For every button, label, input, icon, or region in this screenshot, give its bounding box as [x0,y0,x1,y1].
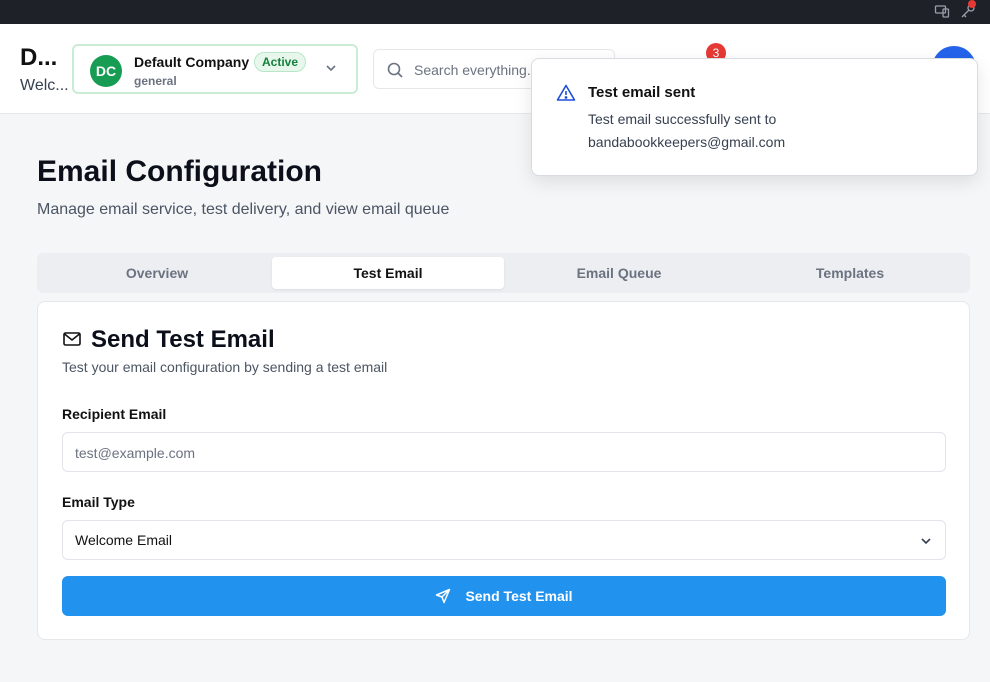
main-content: Email Configuration Manage email service… [0,115,990,682]
system-bar [0,0,990,24]
send-button-label: Send Test Email [465,588,573,604]
tab-test-email[interactable]: Test Email [272,257,504,289]
company-subtitle: general [134,74,177,88]
tab-templates[interactable]: Templates [734,257,966,289]
mail-icon [63,332,81,346]
email-type-label: Email Type [62,494,135,510]
toast-message: Test email successfully sent to bandaboo… [588,111,786,150]
system-alert-badge [968,0,976,8]
send-test-email-card: Send Test Email Test your email configur… [37,301,970,640]
tab-list: Overview Test Email Email Queue Template… [37,253,970,293]
card-title: Send Test Email [91,326,275,353]
send-test-email-button[interactable]: Send Test Email [62,576,946,616]
search-icon [387,62,403,78]
brand-title: D... [20,44,58,71]
warning-triangle-icon [556,84,576,101]
tab-email-queue[interactable]: Email Queue [503,257,735,289]
toast-title: Test email sent [588,84,696,101]
chevron-down-icon [921,538,931,545]
company-switcher[interactable]: DC Default Company Active general [72,44,358,94]
page-title: Email Configuration [37,155,322,188]
chevron-down-icon [326,65,336,72]
page-subtitle: Manage email service, test delivery, and… [37,201,450,218]
recipient-email-input[interactable] [75,442,925,464]
email-type-value: Welcome Email [75,532,172,548]
status-badge: Active [254,52,307,72]
card-subtitle: Test your email configuration by sending… [62,359,388,375]
recipient-email-label: Recipient Email [62,406,167,422]
device-icon[interactable] [934,3,950,19]
email-type-select[interactable]: Welcome Email [62,520,946,560]
recipient-email-field[interactable] [62,432,946,472]
company-name: Default Company [134,54,250,70]
toast-notification: Test email sent Test email successfully … [531,58,978,176]
send-icon [436,588,451,604]
tab-overview[interactable]: Overview [41,257,273,289]
brand-subtitle: Welc... [20,77,69,94]
company-avatar: DC [90,55,122,87]
